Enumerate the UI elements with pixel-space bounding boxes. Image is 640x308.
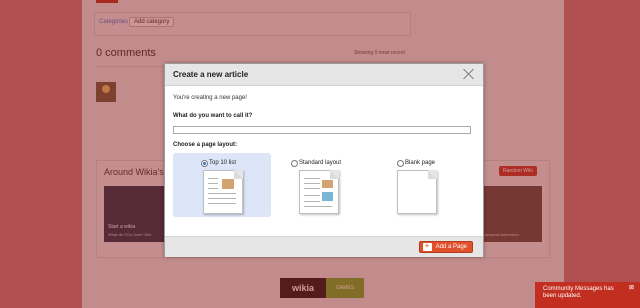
layout-radio-blank[interactable] <box>397 160 404 167</box>
article-name-input[interactable] <box>173 126 471 134</box>
layout-option-label: Blank page <box>405 160 436 166</box>
modal-header: Create a new article <box>165 64 483 86</box>
close-icon[interactable] <box>463 68 475 80</box>
layout-label: Choose a page layout: <box>173 142 238 148</box>
add-page-label: Add a Page <box>435 244 467 250</box>
layout-option-standard[interactable]: Standard layout <box>275 153 373 217</box>
layout-option-blank[interactable]: Blank page <box>377 153 475 217</box>
standard-layout-icon <box>299 170 339 214</box>
create-article-modal: Create a new article You're creating a n… <box>164 63 484 257</box>
add-page-button[interactable]: Add a Page <box>418 241 473 253</box>
intro-text: You're creating a new page! <box>173 95 247 101</box>
layout-radio-top10[interactable] <box>201 160 208 167</box>
add-page-icon <box>422 241 432 251</box>
layout-option-label: Standard layout <box>299 160 342 166</box>
top10-layout-icon <box>203 170 243 214</box>
article-name-label: What do you want to call it? <box>173 113 253 119</box>
close-icon[interactable]: ⊠ <box>629 284 634 291</box>
community-messages-toast[interactable]: Community Messages has been updated. ⊠ <box>535 282 640 308</box>
layout-option-top10[interactable]: Top 10 list <box>173 153 271 217</box>
layout-radio-standard[interactable] <box>291 160 298 167</box>
modal-footer: Add a Page <box>165 236 483 257</box>
blank-layout-icon <box>397 170 437 214</box>
toast-text: Community Messages has been updated. <box>543 286 614 299</box>
modal-title: Create a new article <box>173 70 249 79</box>
layout-option-label: Top 10 list <box>209 160 237 166</box>
